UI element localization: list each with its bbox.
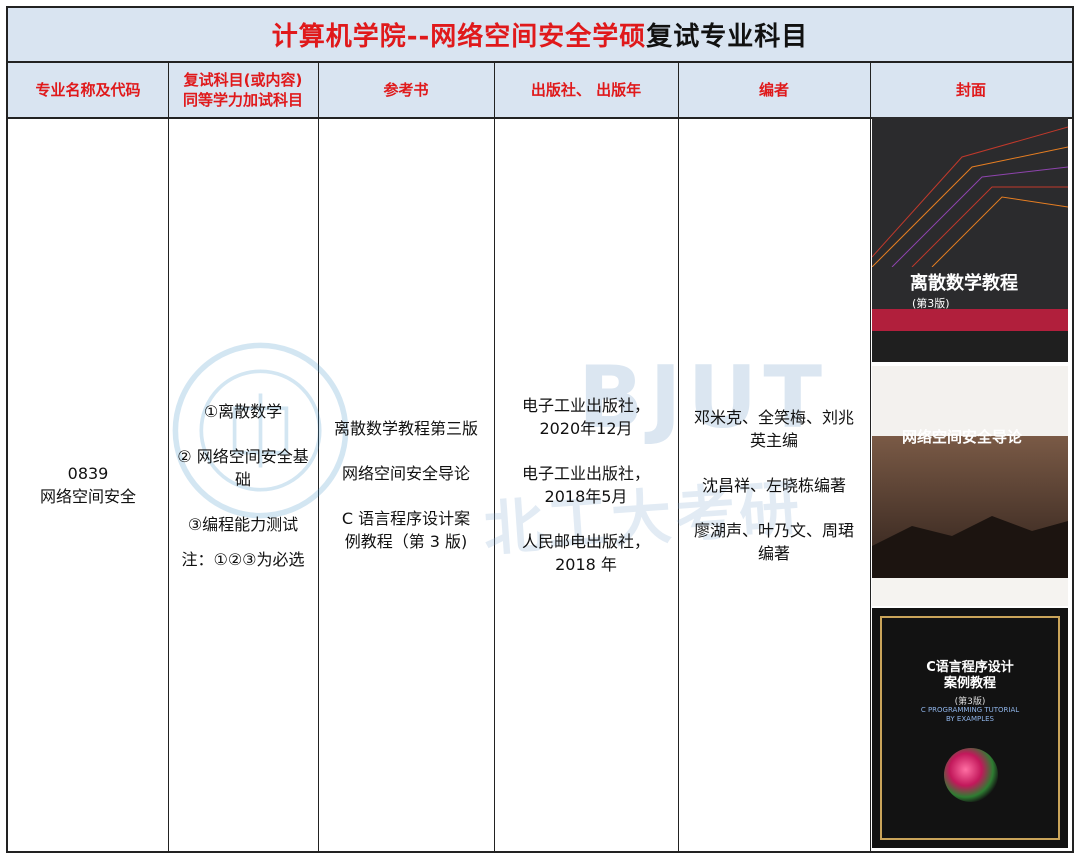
cover-3-title-line1: C语言程序设计 bbox=[926, 660, 1014, 675]
author-2: 沈昌祥、左晓栋编著 bbox=[701, 475, 846, 495]
header-subjects-line2: 同等学力加试科目 bbox=[182, 91, 303, 109]
subject-2-line2: 础 bbox=[234, 469, 251, 489]
major-cell: 0839 网络空间安全 bbox=[8, 119, 168, 851]
header-subjects: 复试科目(或内容) 同等学力加试科目 bbox=[168, 63, 318, 117]
cover-discrete-math: 离散数学教程 (第3版) bbox=[872, 117, 1068, 362]
author-3-line2: 编著 bbox=[757, 543, 790, 563]
header-publisher: 出版社、 出版年 bbox=[530, 81, 642, 99]
subjects-note: 注：①②③为必选 bbox=[181, 549, 305, 569]
cover-2-title: 网络空间安全导论 bbox=[902, 428, 1023, 446]
title-red-part: 计算机学院--网络空间安全学硕 bbox=[271, 22, 647, 52]
publisher-1-line2: 2020年12月 bbox=[539, 419, 633, 438]
author-1-line2: 英主编 bbox=[749, 430, 798, 450]
cover-2-scenery bbox=[872, 436, 1068, 586]
cover-cyberspace-security: 网络空间安全导论 bbox=[872, 366, 1068, 606]
header-major: 专业名称及代码 bbox=[35, 81, 141, 99]
subjects-cell: ①离散数学 ② 网络空间安全基 础 ③编程能力测试 注：①②③为必选 bbox=[168, 119, 318, 851]
publisher-1-line1: 电子工业出版社， bbox=[521, 396, 650, 415]
publisher-cell: 电子工业出版社， 2020年12月 电子工业出版社， 2018年5月 人民邮电出… bbox=[494, 119, 678, 851]
authors-cell: 邓米克、全笑梅、刘兆 英主编 沈昌祥、左晓栋编著 廖湖声、叶乃文、周珺 编著 bbox=[678, 119, 870, 851]
header-cover: 封面 bbox=[955, 81, 986, 99]
major-name: 网络空间安全 bbox=[39, 487, 136, 506]
cover-line-art bbox=[872, 126, 1068, 267]
header-books: 参考书 bbox=[383, 81, 429, 99]
cover-3-flower-image bbox=[944, 748, 998, 802]
subject-2-line1: ② 网络空间安全基 bbox=[177, 446, 309, 466]
cover-1-title: 离散数学教程 bbox=[910, 273, 1018, 294]
book-2: 网络空间安全导论 bbox=[341, 464, 470, 483]
cover-3-title: C语言程序设计 案例教程 bbox=[872, 660, 1068, 692]
subject-3: ③编程能力测试 bbox=[187, 514, 299, 534]
major-code: 0839 bbox=[67, 464, 109, 483]
cover-3-frame bbox=[880, 616, 1060, 840]
publisher-2-line1: 电子工业出版社， bbox=[521, 464, 650, 483]
books-cell: 离散数学教程第三版 网络空间安全导论 C 语言程序设计案 例教程（第 3 版) bbox=[318, 119, 494, 851]
cover-1-footer bbox=[872, 331, 1068, 362]
header-subjects-line1: 复试科目(或内容) bbox=[183, 71, 303, 89]
book-3-line1: C 语言程序设计案 bbox=[341, 509, 471, 528]
cover-3-en-line1: C PROGRAMMING TUTORIAL bbox=[920, 706, 1020, 714]
publisher-3-line2: 2018 年 bbox=[555, 555, 617, 574]
cover-2-footer bbox=[872, 578, 1068, 606]
book-1: 离散数学教程第三版 bbox=[333, 419, 478, 438]
publisher-2-line2: 2018年5月 bbox=[544, 487, 628, 506]
cover-c-programming: C语言程序设计 案例教程 (第3版) C PROGRAMMING TUTORIA… bbox=[872, 608, 1068, 848]
table-title: 计算机学院--网络空间安全学硕 复试专业科目 bbox=[8, 8, 1072, 63]
title-black-part: 复试专业科目 bbox=[646, 22, 809, 52]
cover-3-english-title: C PROGRAMMING TUTORIAL BY EXAMPLES bbox=[872, 706, 1068, 724]
author-1-line1: 邓米克、全笑梅、刘兆 bbox=[693, 407, 854, 427]
publisher-3-line1: 人民邮电出版社， bbox=[521, 532, 650, 551]
cover-3-en-line2: BY EXAMPLES bbox=[946, 715, 994, 723]
cover-3-title-line2: 案例教程 bbox=[943, 676, 996, 691]
author-3-line1: 廖湖声、叶乃文、周珺 bbox=[693, 520, 854, 540]
subject-1: ①离散数学 bbox=[203, 401, 283, 421]
book-3-line2: 例教程（第 3 版) bbox=[344, 532, 468, 551]
header-authors: 编者 bbox=[758, 81, 789, 99]
cover-1-band bbox=[872, 309, 1068, 331]
